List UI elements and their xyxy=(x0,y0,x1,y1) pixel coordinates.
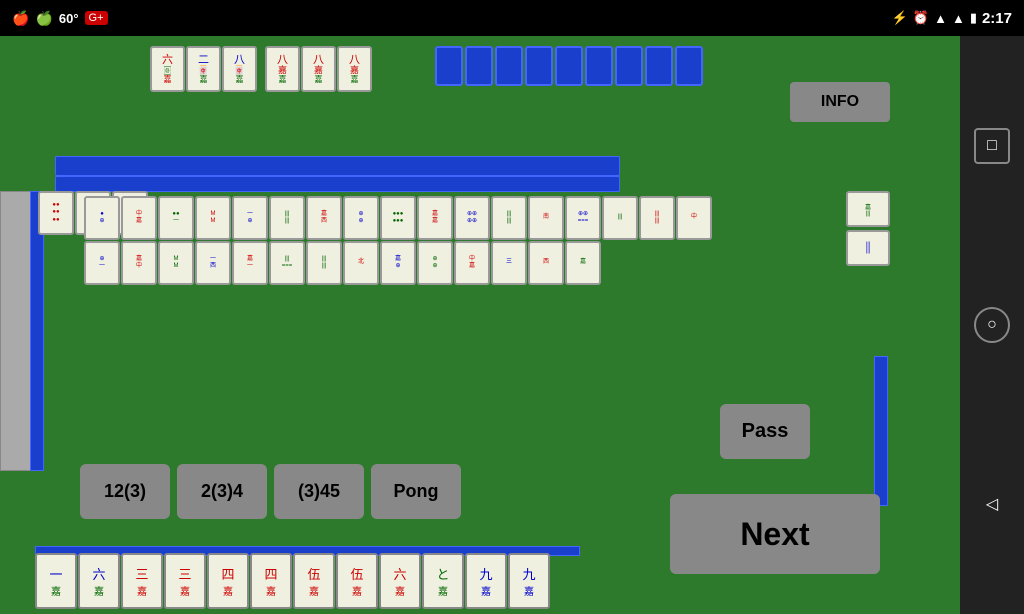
face-down-tile xyxy=(645,46,673,86)
center-tile-row-1: ●⊕ 中嘉 ●●一 MM 一⊕ |||||| 嘉西 ⊕⊕ ●●●●●● 嘉嘉 ⊕… xyxy=(84,196,712,240)
circle-button[interactable]: ○ xyxy=(974,307,1010,343)
player-tile-10[interactable]: と 嘉 xyxy=(422,553,464,609)
info-button[interactable]: INFO xyxy=(790,82,890,122)
btn-12-3[interactable]: 12(3) xyxy=(80,464,170,519)
player-tile-7[interactable]: 伍 嘉 xyxy=(293,553,335,609)
tile: ⊕⊕ xyxy=(343,196,379,240)
tile: 中嘉 xyxy=(454,241,490,285)
status-bar: 🍎 🍏 60° G+ ⚡ ⏰ ▲ ▲ ▮ 2:17 xyxy=(0,0,1024,36)
tile: 嘉一 xyxy=(232,241,268,285)
tile: 八 嘉 嘉 xyxy=(265,46,300,92)
player-tile-11[interactable]: 九 嘉 xyxy=(465,553,507,609)
tile-group-1: 六 🀅 嘉 二 🀄 嘉 八 🀄 嘉 xyxy=(150,46,257,92)
tile: 二 🀄 嘉 xyxy=(186,46,221,92)
tile: 嘉 xyxy=(565,241,601,285)
clock: 2:17 xyxy=(982,10,1012,27)
tile: |||=== xyxy=(269,241,305,285)
back-button[interactable]: ◁ xyxy=(974,486,1010,522)
apple2-icon: 🍏 xyxy=(35,10,52,27)
opponent-hand-tiles xyxy=(435,46,703,86)
player-hand: 一 嘉 六 嘉 三 嘉 三 嘉 四 嘉 四 嘉 伍 嘉 伍 嘉 xyxy=(35,553,550,609)
player-tile-12[interactable]: 九 嘉 xyxy=(508,553,550,609)
player-tile-3[interactable]: 三 嘉 xyxy=(121,553,163,609)
face-down-tile xyxy=(495,46,523,86)
tile: 一⊕ xyxy=(232,196,268,240)
btn-pass[interactable]: Pass xyxy=(720,404,810,459)
tile: 北 xyxy=(343,241,379,285)
nav-panel: □ ○ ◁ xyxy=(960,36,1024,614)
square-button[interactable]: □ xyxy=(974,128,1010,164)
tile: 嘉中 xyxy=(121,241,157,285)
tile: ⊕⊕ xyxy=(417,241,453,285)
tile: ⊕一 xyxy=(84,241,120,285)
tile-group-2: 八 嘉 嘉 八 嘉 嘉 八 嘉 嘉 xyxy=(265,46,372,92)
tile: |||||| xyxy=(306,241,342,285)
tile: |||||| xyxy=(639,196,675,240)
tile: 八 🀄 嘉 xyxy=(222,46,257,92)
tile: |||||| xyxy=(269,196,305,240)
tile: ||| xyxy=(602,196,638,240)
tile: |||||| xyxy=(491,196,527,240)
divider-bar xyxy=(55,176,620,192)
tile: 西 xyxy=(528,241,564,285)
tile: 六 🀅 嘉 xyxy=(150,46,185,92)
btn-pong[interactable]: Pong xyxy=(371,464,461,519)
side-tile: |||||| xyxy=(846,230,890,266)
bluetooth-icon: ⚡ xyxy=(892,10,908,26)
player-tile-8[interactable]: 伍 嘉 xyxy=(336,553,378,609)
tile: 八 嘉 嘉 xyxy=(337,46,372,92)
tile: 嘉西 xyxy=(306,196,342,240)
center-divider-bar-top xyxy=(55,156,620,176)
tile: 一西 xyxy=(195,241,231,285)
tile: ●●一 xyxy=(158,196,194,240)
btn-next[interactable]: Next xyxy=(670,494,880,574)
player-tile-9[interactable]: 六 嘉 xyxy=(379,553,421,609)
player-tile-2[interactable]: 六 嘉 xyxy=(78,553,120,609)
center-tile-row-2: ⊕一 嘉中 MM 一西 嘉一 |||=== |||||| 北 嘉⊕ ⊕⊕ 中嘉 … xyxy=(84,241,601,285)
game-area: INFO 六 🀅 嘉 二 🀄 嘉 八 🀄 xyxy=(0,36,960,614)
tile: 中 xyxy=(676,196,712,240)
tile: ⊕⊕⊕⊕ xyxy=(454,196,490,240)
face-down-tile xyxy=(435,46,463,86)
player-tile-5[interactable]: 四 嘉 xyxy=(207,553,249,609)
tile: 八 嘉 嘉 xyxy=(301,46,336,92)
tile: 南 xyxy=(528,196,564,240)
btn-2-3-4[interactable]: 2(3)4 xyxy=(177,464,267,519)
face-down-tile xyxy=(615,46,643,86)
face-down-tile xyxy=(465,46,493,86)
square-icon: □ xyxy=(987,137,997,155)
side-tile: 嘉||| xyxy=(846,191,890,227)
player-tile-1[interactable]: 一 嘉 xyxy=(35,553,77,609)
battery-icon: ▮ xyxy=(970,10,977,26)
tile: 嘉嘉 xyxy=(417,196,453,240)
tile: ●●●●●● xyxy=(380,196,416,240)
right-blue-bar xyxy=(874,356,888,506)
player-tile-6[interactable]: 四 嘉 xyxy=(250,553,292,609)
back-icon: ◁ xyxy=(986,494,998,514)
tile: ●⊕ xyxy=(84,196,120,240)
tile: 中嘉 xyxy=(121,196,157,240)
face-down-tile xyxy=(585,46,613,86)
opponent-revealed-tiles: 六 🀅 嘉 二 🀄 嘉 八 🀄 嘉 xyxy=(150,46,372,92)
gplus-icon: G+ xyxy=(85,11,108,25)
btn-3-45[interactable]: (3)45 xyxy=(274,464,364,519)
alarm-icon: ⏰ xyxy=(913,10,929,26)
tile: 嘉⊕ xyxy=(380,241,416,285)
face-down-tile xyxy=(525,46,553,86)
player-tile-4[interactable]: 三 嘉 xyxy=(164,553,206,609)
face-down-tile xyxy=(555,46,583,86)
network-icon: ▲ xyxy=(952,11,965,26)
apple1-icon: 🍎 xyxy=(12,10,29,27)
tile: MM xyxy=(195,196,231,240)
tile: 三 xyxy=(491,241,527,285)
right-side-tiles: 嘉||| |||||| xyxy=(846,191,890,266)
temperature: 60° xyxy=(59,11,79,26)
tile: ⊕⊕=== xyxy=(565,196,601,240)
circle-icon: ○ xyxy=(987,316,997,334)
tile: ●●●●●● xyxy=(38,191,74,235)
signal-icon: ▲ xyxy=(934,11,947,26)
face-down-tile xyxy=(675,46,703,86)
tile: MM xyxy=(158,241,194,285)
